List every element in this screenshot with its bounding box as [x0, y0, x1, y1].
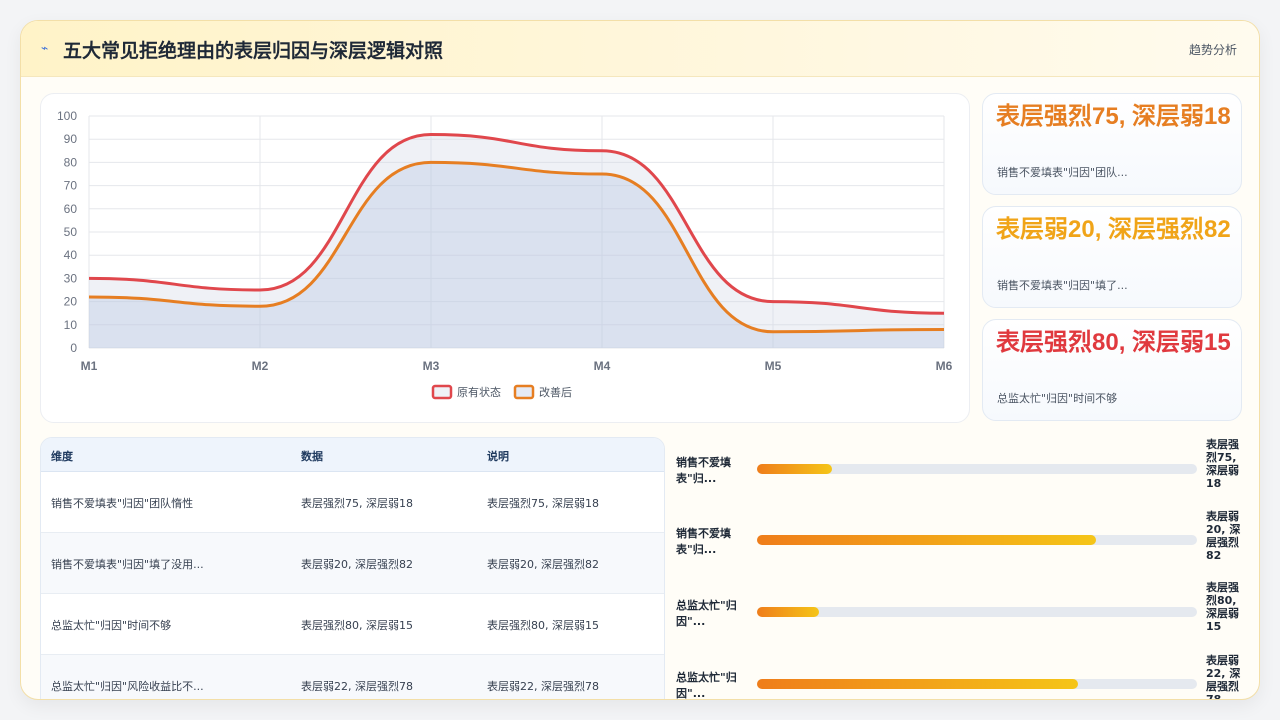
table-row[interactable]: 销售不爱填表"归因"填了没用... 表层弱20, 深层强烈82 表层弱20, 深…: [41, 533, 664, 594]
data-table: 维度 数据 说明 销售不爱填表"归因"团队惰性 表层强烈75, 深层弱18 表层…: [40, 437, 665, 699]
table-cell: 表层强烈75, 深层弱18: [487, 497, 599, 510]
stat-card-1: 表层强烈75, 深层弱18 销售不爱填表"归因"团队...: [982, 93, 1242, 195]
table-row[interactable]: 总监太忙"归因"时间不够 表层强烈80, 深层弱15 表层强烈80, 深层弱15: [41, 594, 664, 655]
line-chart: 0 10 20 30 40 50 60 70 80 90 100 M1 M2 M3 M4 M5 M6 原有状态 改善…: [40, 93, 970, 423]
x-tick-label: M3: [423, 359, 440, 373]
x-tick-label: M6: [936, 359, 953, 373]
x-tick-label: M1: [81, 359, 98, 373]
stat-desc: 销售不爱填表"归因"填了...: [997, 279, 1128, 292]
progress-bar-value: 表层弱20, 深层强烈82: [1206, 510, 1241, 562]
table-cell: 总监太忙"归因"时间不够: [51, 619, 172, 632]
stat-value: 表层强烈75, 深层弱18: [996, 103, 1231, 130]
table-cell: 表层弱22, 深层强烈78: [487, 680, 599, 693]
y-tick-label: 80: [64, 155, 78, 169]
table-cell: 表层强烈80, 深层弱15: [487, 619, 599, 632]
card-header: ⌁ 五大常见拒绝理由的表层归因与深层逻辑对照 趋势分析: [21, 21, 1259, 77]
y-tick-label: 40: [64, 248, 78, 262]
page-title: 五大常见拒绝理由的表层归因与深层逻辑对照: [63, 40, 444, 62]
y-tick-label: 10: [64, 318, 78, 332]
table-cell: 销售不爱填表"归因"填了没用...: [51, 558, 204, 571]
trend-analysis-link[interactable]: 趋势分析: [1189, 41, 1237, 58]
table-row[interactable]: 销售不爱填表"归因"团队惰性 表层强烈75, 深层弱18 表层强烈75, 深层弱…: [41, 472, 664, 533]
line-chart-svg: 0 10 20 30 40 50 60 70 80 90 100 M1 M2 M3 M4 M5 M6 原有状态 改善…: [57, 109, 953, 400]
x-tick-label: M2: [252, 359, 269, 373]
column-header-dimension: 维度: [51, 450, 73, 463]
stat-value: 表层强烈80, 深层弱15: [996, 329, 1231, 356]
progress-bar-list: 销售不爱填表"归... 表层强烈75, 深层弱18 销售不爱填表"归... 表层…: [676, 437, 1259, 700]
sparkline-icon: ⌁: [41, 41, 49, 55]
progress-bar-value: 表层强烈80, 深层弱15: [1206, 581, 1239, 633]
y-tick-label: 50: [64, 225, 78, 239]
y-tick-label: 0: [70, 341, 77, 355]
dashboard-card: ⌁ 五大常见拒绝理由的表层归因与深层逻辑对照 趋势分析 0 10 20 30 40 50 6…: [20, 20, 1260, 700]
table-cell: 表层弱22, 深层强烈78: [301, 680, 413, 693]
progress-bar-label: 销售不爱填表"归...: [676, 527, 731, 556]
column-header-data: 数据: [301, 450, 323, 463]
x-tick-label: M5: [765, 359, 782, 373]
table-cell: 表层弱20, 深层强烈82: [301, 558, 413, 571]
progress-bar-row: 总监太忙"归因"... 表层弱22, 深层强烈78: [676, 654, 1259, 700]
progress-bar-fill: [757, 679, 1079, 689]
legend-swatch: [431, 384, 453, 400]
x-tick-label: M4: [594, 359, 611, 373]
stat-desc: 总监太忙"归因"时间不够: [997, 392, 1118, 405]
progress-bar-fill: [757, 607, 819, 617]
progress-bar-value: 表层弱22, 深层强烈78: [1206, 654, 1241, 700]
y-tick-label: 20: [64, 295, 78, 309]
y-tick-label: 90: [64, 132, 78, 146]
progress-bar-track: [757, 607, 1197, 617]
progress-bar-label: 总监太忙"归因"...: [676, 671, 737, 700]
stat-card-3: 表层强烈80, 深层弱15 总监太忙"归因"时间不够: [982, 319, 1242, 421]
progress-bar-row: 销售不爱填表"归... 表层弱20, 深层强烈82: [676, 510, 1259, 586]
table-header: 维度 数据 说明: [41, 438, 664, 472]
progress-bar-track: [757, 679, 1197, 689]
stat-value: 表层弱20, 深层强烈82: [996, 216, 1231, 243]
table-cell: 表层弱20, 深层强烈82: [487, 558, 599, 571]
table-cell: 表层强烈80, 深层弱15: [301, 619, 413, 632]
table-row[interactable]: 总监太忙"归因"风险收益比不... 表层弱22, 深层强烈78 表层弱22, 深…: [41, 655, 664, 699]
y-tick-label: 70: [64, 179, 78, 193]
table-cell: 总监太忙"归因"风险收益比不...: [51, 680, 204, 693]
table-cell: 销售不爱填表"归因"团队惰性: [51, 497, 194, 510]
stat-desc: 销售不爱填表"归因"团队...: [997, 166, 1128, 179]
y-tick-label: 30: [64, 271, 78, 285]
table-cell: 表层强烈75, 深层弱18: [301, 497, 413, 510]
progress-bar-fill: [757, 535, 1096, 545]
progress-bar-value: 表层强烈75, 深层弱18: [1206, 438, 1239, 490]
y-tick-label: 60: [64, 202, 78, 216]
progress-bar-track: [757, 464, 1197, 474]
progress-bar-fill: [757, 464, 832, 474]
stat-card-2: 表层弱20, 深层强烈82 销售不爱填表"归因"填了...: [982, 206, 1242, 308]
progress-bar-label: 销售不爱填表"归...: [676, 456, 731, 485]
column-header-note: 说明: [487, 450, 509, 463]
progress-bar-row: 销售不爱填表"归... 表层强烈75, 深层弱18: [676, 438, 1259, 515]
progress-bar-label: 总监太忙"归因"...: [676, 599, 737, 628]
progress-bar-row: 总监太忙"归因"... 表层强烈80, 深层弱15: [676, 581, 1259, 657]
legend-swatch: [513, 384, 535, 400]
legend-label: 改善后: [539, 385, 572, 399]
legend-label: 原有状态: [457, 385, 501, 399]
progress-bar-track: [757, 535, 1197, 545]
y-tick-label: 100: [57, 109, 77, 123]
